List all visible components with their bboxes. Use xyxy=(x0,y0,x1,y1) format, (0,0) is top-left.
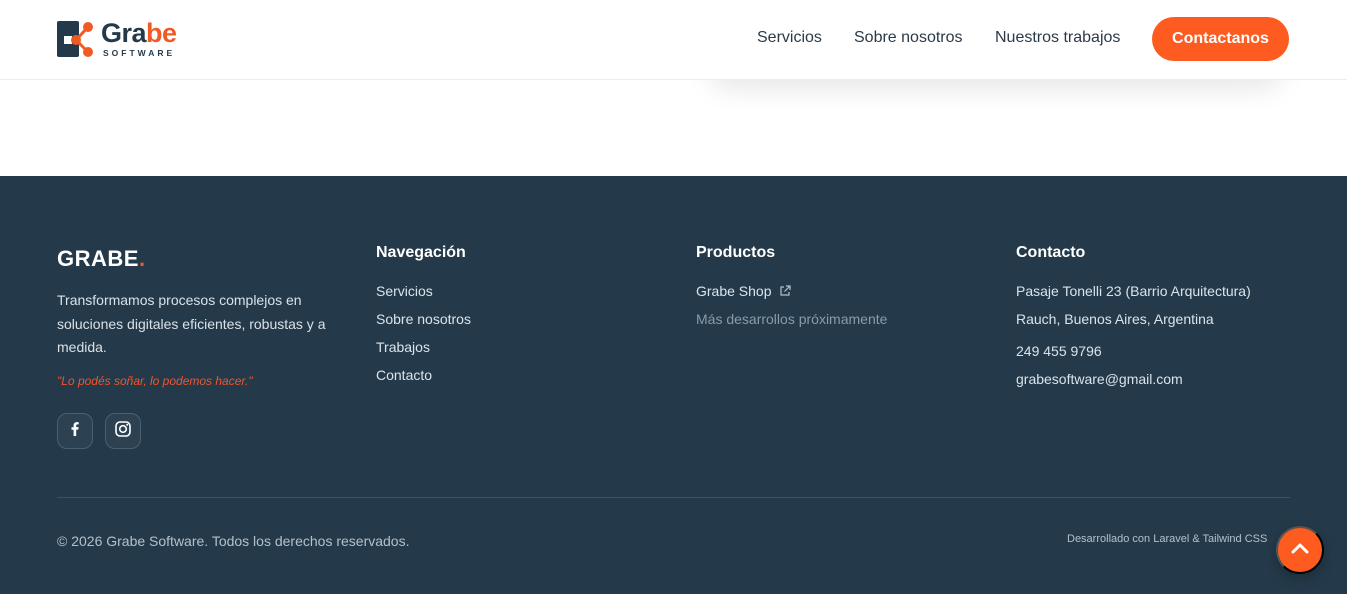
made-with-text: Desarrollado con Laravel & Tailwind CSS xyxy=(1067,533,1268,545)
contact-phone[interactable]: 249 455 9796 xyxy=(1016,343,1102,359)
contact-title: Contacto xyxy=(1016,244,1086,261)
footer-link-servicios[interactable]: Servicios xyxy=(376,283,433,299)
footer-link-contacto[interactable]: Contacto xyxy=(376,367,432,383)
external-link-icon xyxy=(779,284,791,300)
facebook-button[interactable] xyxy=(57,413,93,449)
site-logo[interactable]: Grabe SOFTWARE xyxy=(57,18,187,60)
nav-link-sobre-nosotros[interactable]: Sobre nosotros xyxy=(854,29,963,47)
coming-soon-text: Más desarrollos próximamente xyxy=(696,311,888,327)
instagram-icon xyxy=(114,420,132,443)
footer-link-sobre-nosotros[interactable]: Sobre nosotros xyxy=(376,311,471,327)
scroll-to-top-button[interactable] xyxy=(1276,526,1324,574)
nav-link-servicios[interactable]: Servicios xyxy=(757,29,822,47)
logo-mark-icon xyxy=(57,19,95,59)
footer-divider xyxy=(57,497,1290,498)
footer-description: Transformamos procesos complejos en solu… xyxy=(57,292,326,355)
grabe-shop-link[interactable]: Grabe Shop xyxy=(696,283,791,300)
site-footer: GRABE. Transformamos procesos complejos … xyxy=(0,176,1347,594)
contact-address-line1: Pasaje Tonelli 23 (Barrio Arquitectura) xyxy=(1016,283,1251,299)
nav-link-nuestros-trabajos[interactable]: Nuestros trabajos xyxy=(995,29,1120,47)
grabe-shop-label: Grabe Shop xyxy=(696,283,772,299)
contact-email[interactable]: grabesoftware@gmail.com xyxy=(1016,371,1183,387)
logo-subtitle: SOFTWARE xyxy=(103,48,176,59)
instagram-button[interactable] xyxy=(105,413,141,449)
contact-address-line2: Rauch, Buenos Aires, Argentina xyxy=(1016,311,1214,327)
footer-quote: "Lo podés soñar, lo podemos hacer." xyxy=(57,374,253,388)
footer-link-trabajos[interactable]: Trabajos xyxy=(376,339,430,355)
facebook-icon xyxy=(67,421,83,442)
chevron-up-icon xyxy=(1289,538,1311,563)
navigation-title: Navegación xyxy=(376,244,466,261)
contact-button[interactable]: Contactanos xyxy=(1152,17,1289,61)
site-header: Grabe SOFTWARE Servicios Sobre nosotros … xyxy=(0,0,1347,80)
footer-brand: GRABE. xyxy=(57,246,146,271)
copyright-text: © 2026 Grabe Software. Todos los derecho… xyxy=(57,533,410,549)
products-title: Productos xyxy=(696,244,776,261)
logo-wordmark: Grabe xyxy=(101,18,177,49)
